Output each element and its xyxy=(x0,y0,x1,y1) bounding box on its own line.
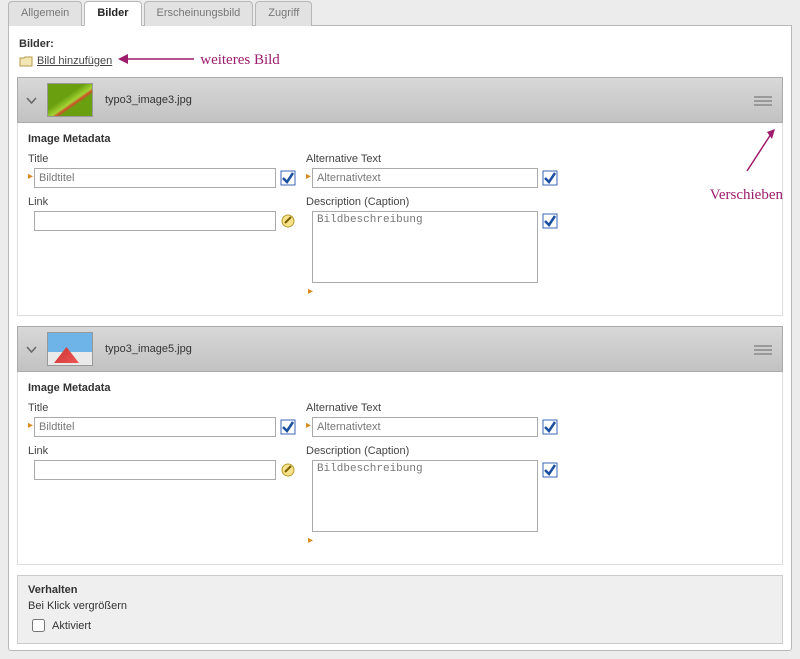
link-input[interactable] xyxy=(34,460,276,480)
marker-icon: ▸ xyxy=(308,283,314,301)
metadata-heading: Image Metadata xyxy=(28,133,772,145)
title-input[interactable] xyxy=(34,168,276,188)
section-label-images: Bilder: xyxy=(19,38,783,50)
checkbox-desc[interactable] xyxy=(542,213,558,229)
checkbox-alt[interactable] xyxy=(542,419,558,435)
activated-label: Aktiviert xyxy=(52,620,91,632)
folder-icon xyxy=(19,55,33,67)
image-metadata-body: Image Metadata Title ▸ Link xyxy=(17,372,783,565)
image-item: typo3_image5.jpg Image Metadata Title ▸ xyxy=(17,326,783,565)
image-thumbnail xyxy=(47,83,93,117)
drag-handle-icon[interactable] xyxy=(754,343,772,355)
link-wizard-icon[interactable] xyxy=(280,213,296,229)
checkbox-alt[interactable] xyxy=(542,170,558,186)
tab-images[interactable]: Bilder xyxy=(84,1,141,26)
label-desc: Description (Caption) xyxy=(306,445,558,457)
image-item-header[interactable]: typo3_image3.jpg xyxy=(17,77,783,123)
tab-appearance[interactable]: Erscheinungsbild xyxy=(144,1,254,26)
checkbox-desc[interactable] xyxy=(542,462,558,478)
link-input[interactable] xyxy=(34,211,276,231)
image-item: typo3_image3.jpg Verschieben Image Metad… xyxy=(17,77,783,316)
image-metadata-body: Verschieben Image Metadata Title ▸ xyxy=(17,123,783,316)
label-alt: Alternative Text xyxy=(306,153,558,165)
label-link: Link xyxy=(28,196,296,208)
description-textarea[interactable] xyxy=(312,460,538,532)
images-panel: Bilder: Bild hinzufügen weiteres Bild ty… xyxy=(8,25,792,651)
link-wizard-icon[interactable] xyxy=(280,462,296,478)
image-thumbnail xyxy=(47,332,93,366)
image-filename: typo3_image5.jpg xyxy=(105,343,192,355)
metadata-heading: Image Metadata xyxy=(28,382,772,394)
drag-handle-icon[interactable] xyxy=(754,94,772,106)
title-input[interactable] xyxy=(34,417,276,437)
checkbox-title[interactable] xyxy=(280,170,296,186)
add-image-button[interactable]: Bild hinzufügen xyxy=(37,55,112,67)
label-link: Link xyxy=(28,445,296,457)
checkbox-title[interactable] xyxy=(280,419,296,435)
behaviour-enlarge-label: Bei Klick vergrößern xyxy=(28,600,772,612)
tab-access[interactable]: Zugriff xyxy=(255,1,312,26)
tab-general[interactable]: Allgemein xyxy=(8,1,82,26)
image-filename: typo3_image3.jpg xyxy=(105,94,192,106)
collapse-toggle[interactable] xyxy=(26,344,37,355)
tab-bar: Allgemein Bilder Erscheinungsbild Zugrif… xyxy=(8,0,792,25)
label-title: Title xyxy=(28,402,296,414)
label-alt: Alternative Text xyxy=(306,402,558,414)
label-title: Title xyxy=(28,153,296,165)
description-textarea[interactable] xyxy=(312,211,538,283)
annotation-arrow-left-icon xyxy=(116,52,196,69)
activated-checkbox[interactable] xyxy=(32,619,45,632)
collapse-toggle[interactable] xyxy=(26,95,37,106)
image-item-header[interactable]: typo3_image5.jpg xyxy=(17,326,783,372)
behaviour-heading: Verhalten xyxy=(28,584,772,596)
label-desc: Description (Caption) xyxy=(306,196,558,208)
annotation-add-image: weiteres Bild xyxy=(200,52,280,69)
behaviour-section: Verhalten Bei Klick vergrößern Aktiviert xyxy=(17,575,783,644)
alt-input[interactable] xyxy=(312,417,538,437)
alt-input[interactable] xyxy=(312,168,538,188)
marker-icon: ▸ xyxy=(308,532,314,550)
